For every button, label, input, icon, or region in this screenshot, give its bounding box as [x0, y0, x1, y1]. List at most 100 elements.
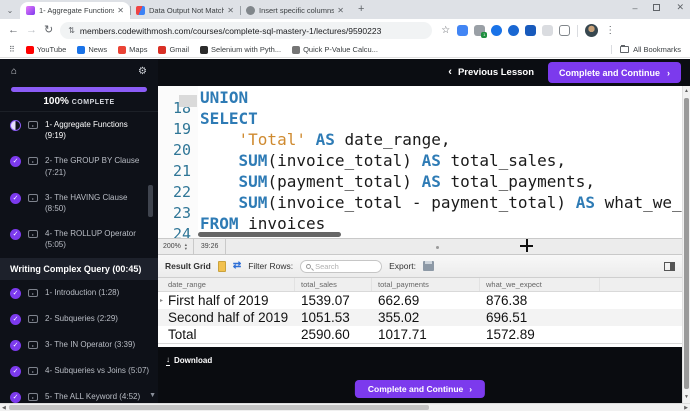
- bookmark-item[interactable]: YouTube: [25, 45, 66, 54]
- bookmark-item[interactable]: Selenium with Pyth...: [200, 45, 281, 54]
- zoom-stepper[interactable]: ▲ ▼: [184, 242, 188, 251]
- table-cell[interactable]: 696.51: [480, 310, 600, 325]
- code-line: SUM(invoice_total) AS total_sales,: [238, 151, 567, 170]
- tab-close-icon[interactable]: ✕: [337, 6, 344, 15]
- bookmark-label: News: [88, 45, 108, 54]
- scroll-down-icon[interactable]: ▼: [684, 394, 689, 400]
- complete-continue-button-bottom[interactable]: Complete and Continue ›: [354, 380, 486, 398]
- extension-icon[interactable]: 1: [474, 25, 488, 38]
- browser-tab[interactable]: Insert specific columns ✕: [240, 2, 350, 19]
- lesson-item[interactable]: ✓ ▸ 2- The GROUP BY Clause (7:21): [0, 148, 158, 184]
- extensions-puzzle-icon[interactable]: [559, 25, 571, 36]
- complete-continue-button-top[interactable]: Complete and Continue ›: [548, 62, 681, 83]
- lesson-item[interactable]: ✓ ▸ 1- Introduction (1:28): [0, 280, 158, 306]
- close-window-button[interactable]: ✕: [676, 2, 684, 13]
- reload-icon[interactable]: ↻: [44, 25, 53, 36]
- all-bookmarks-button[interactable]: All Bookmarks: [611, 45, 681, 54]
- url-field[interactable]: ⇅ members.codewithmosh.com/courses/compl…: [60, 22, 433, 39]
- url-text: members.codewithmosh.com/courses/complet…: [79, 25, 382, 36]
- table-cell[interactable]: 1017.71: [372, 327, 480, 342]
- lesson-item[interactable]: ✓ ▸ 5- The ALL Keyword (4:52): [0, 384, 158, 404]
- extension-icon[interactable]: [542, 25, 554, 36]
- bookmark-star-icon[interactable]: ☆: [441, 25, 450, 36]
- all-bookmarks-label: All Bookmarks: [633, 45, 681, 54]
- table-cell[interactable]: Second half of 2019: [158, 310, 295, 325]
- code-marker: [179, 95, 197, 107]
- sidebar-scrollbar-thumb[interactable]: [148, 185, 153, 217]
- extension-icon[interactable]: [491, 25, 503, 36]
- profile-avatar[interactable]: [585, 24, 599, 37]
- tab-search-icon[interactable]: ⌄: [3, 3, 17, 17]
- maximize-button[interactable]: [653, 4, 661, 11]
- extension-icon[interactable]: [457, 25, 469, 36]
- sidebar-scroll-down-icon[interactable]: ▼: [149, 392, 156, 399]
- sql-code: UNION SELECT 'Total' AS date_range, SUM(i…: [198, 86, 682, 238]
- bookmark-item[interactable]: Gmail: [158, 45, 189, 54]
- browser-tab[interactable]: Data Output Not Matching - S ✕: [130, 2, 240, 19]
- lesson-video-frame[interactable]: 18 19 20 21 22 23 24 UNION SELECT 'Total' AS da…: [158, 86, 682, 347]
- column-header[interactable]: total_payments: [372, 278, 480, 291]
- table-cell[interactable]: Total: [158, 327, 295, 342]
- browser-tab[interactable]: 1- Aggregate Functions | Cod ✕: [20, 2, 130, 19]
- line-number: 23: [172, 204, 191, 222]
- minimize-button[interactable]: –: [632, 3, 637, 13]
- table-cell[interactable]: 1539.07: [295, 293, 372, 308]
- bookmark-item[interactable]: Quick P-Value Calcu...: [292, 45, 378, 54]
- home-icon[interactable]: ⌂: [11, 66, 17, 77]
- lesson-item[interactable]: ▸ 1- Aggregate Functions (9:19): [0, 112, 158, 148]
- lesson-status-icon: ✓: [10, 192, 21, 204]
- bookmark-item[interactable]: News: [77, 45, 107, 54]
- table-cell[interactable]: 1572.89: [480, 327, 600, 342]
- chrome-menu-icon[interactable]: ⋮: [605, 25, 615, 36]
- scroll-left-icon[interactable]: ◀: [2, 405, 6, 411]
- hscrollbar-thumb[interactable]: [9, 405, 429, 410]
- lesson-item[interactable]: ✓ ▸ 4- The ROLLUP Operator (5:05): [0, 221, 158, 257]
- filter-search-box[interactable]: [300, 259, 383, 273]
- vscrollbar-thumb[interactable]: [684, 98, 689, 389]
- page-vertical-scrollbar[interactable]: ▲ ▼: [682, 86, 690, 403]
- tab-close-icon[interactable]: ✕: [227, 6, 234, 15]
- scroll-up-icon[interactable]: ▲: [684, 88, 689, 94]
- lesson-item[interactable]: ✓ ▸ 4- Subqueries vs Joins (5:07): [0, 358, 158, 384]
- panel-toggle-icon[interactable]: [664, 261, 675, 271]
- column-header[interactable]: date_range: [158, 278, 295, 291]
- column-header[interactable]: total_sales: [295, 278, 372, 291]
- gear-icon[interactable]: ⚙: [138, 66, 147, 77]
- line-number-gutter: 18 19 20 21 22 23 24: [158, 86, 198, 238]
- export-icon[interactable]: [423, 261, 435, 271]
- bookmarks-bar: ⠿ YouTube News Maps Gmail Selenium with …: [0, 42, 690, 58]
- scroll-right-icon[interactable]: ▶: [684, 405, 688, 411]
- table-row[interactable]: ▸ First half of 2019 1539.07 662.69 876.38: [158, 292, 682, 309]
- table-cell[interactable]: First half of 2019: [158, 293, 295, 308]
- table-row[interactable]: Second half of 2019 1051.53 355.02 696.51: [158, 309, 682, 326]
- download-button[interactable]: ↓ Download: [166, 356, 212, 366]
- lesson-status-icon: ✓: [10, 156, 21, 168]
- lesson-item[interactable]: ✓ ▸ 3- The HAVING Clause (8:50): [0, 185, 158, 221]
- back-icon[interactable]: ←: [8, 25, 19, 36]
- table-cell[interactable]: 2590.60: [295, 327, 372, 342]
- tab-close-icon[interactable]: ✕: [117, 6, 124, 15]
- bookmark-item[interactable]: Maps: [118, 45, 147, 54]
- editor-hscrollbar-thumb[interactable]: [198, 232, 341, 237]
- table-row[interactable]: Total 2590.60 1017.71 1572.89: [158, 326, 682, 343]
- refresh-icon[interactable]: ⇄: [233, 261, 241, 271]
- table-cell[interactable]: 355.02: [372, 310, 480, 325]
- lesson-item[interactable]: ✓ ▸ 3- The IN Operator (3:39): [0, 332, 158, 358]
- grid-view-icon[interactable]: [217, 260, 226, 272]
- tab-title: 1- Aggregate Functions | Cod: [39, 6, 115, 15]
- apps-grid-icon[interactable]: ⠿: [9, 45, 15, 54]
- forward-icon[interactable]: →: [26, 25, 37, 36]
- extension-icon[interactable]: [508, 25, 520, 36]
- lesson-item[interactable]: ✓ ▸ 2- Subqueries (2:29): [0, 306, 158, 332]
- table-cell[interactable]: 1051.53: [295, 310, 372, 325]
- page-horizontal-scrollbar[interactable]: ◀ ▶: [0, 403, 690, 411]
- search-input[interactable]: [315, 261, 376, 271]
- extension-icon[interactable]: [525, 25, 537, 36]
- result-grid-toolbar: Result Grid ⇄ Filter Rows: Export:: [158, 255, 682, 278]
- new-tab-button[interactable]: +: [358, 3, 364, 15]
- table-cell[interactable]: 876.38: [480, 293, 600, 308]
- previous-lesson-button[interactable]: ‹ Previous Lesson: [448, 67, 534, 79]
- column-header[interactable]: what_we_expect: [480, 278, 600, 291]
- table-cell[interactable]: 662.69: [372, 293, 480, 308]
- site-settings-icon[interactable]: ⇅: [68, 26, 75, 35]
